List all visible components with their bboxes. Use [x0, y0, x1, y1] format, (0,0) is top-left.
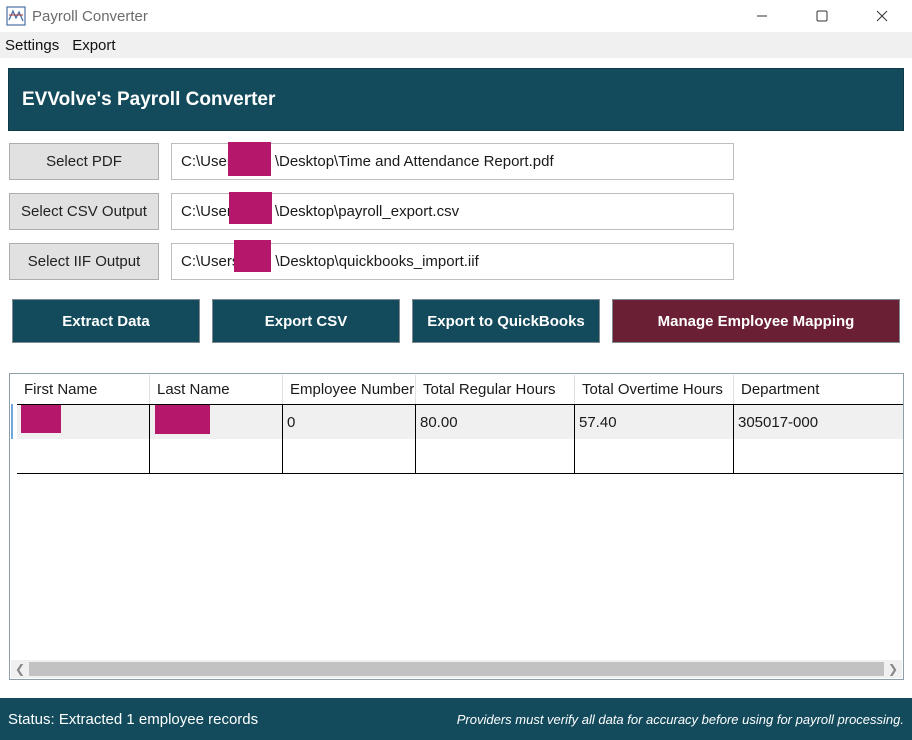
scroll-left-icon[interactable]: ❮ [11, 660, 29, 678]
iif-path-suffix: \Desktop\quickbooks_import.iif [275, 253, 479, 270]
select-iif-button[interactable]: Select IIF Output [9, 243, 159, 280]
select-csv-button[interactable]: Select CSV Output [9, 193, 159, 230]
new-row-cell[interactable] [734, 439, 903, 474]
pdf-path-prefix: C:\User [181, 153, 232, 170]
scrollbar-thumb[interactable] [29, 662, 884, 676]
export-quickbooks-button[interactable]: Export to QuickBooks [412, 299, 600, 343]
row-selection-marker [11, 404, 16, 439]
status-bar: Status: Extracted 1 employee records Pro… [0, 698, 912, 740]
column-header-regular-hours[interactable]: Total Regular Hours [416, 375, 575, 404]
new-row-cell[interactable] [283, 439, 416, 474]
menu-bar: Settings Export [0, 32, 912, 58]
redaction-mark [228, 142, 271, 176]
app-icon [6, 6, 26, 26]
new-row-cell[interactable] [416, 439, 575, 474]
csv-path-suffix: \Desktop\payroll_export.csv [274, 203, 460, 220]
page-title: EVVolve's Payroll Converter [22, 88, 276, 110]
status-text: Status: Extracted 1 employee records [8, 710, 259, 728]
horizontal-scrollbar[interactable]: ❮ ❯ [11, 660, 902, 678]
window-title: Payroll Converter [32, 7, 148, 25]
redaction-mark [155, 405, 210, 434]
maximize-button[interactable] [792, 0, 852, 32]
column-header-last-name[interactable]: Last Name [150, 375, 283, 404]
export-csv-button[interactable]: Export CSV [212, 299, 400, 343]
minimize-icon [757, 15, 767, 17]
close-button[interactable] [852, 0, 912, 32]
new-row-cell[interactable] [575, 439, 734, 474]
column-header-department[interactable]: Department [734, 375, 903, 404]
iif-path-prefix: C:\Users [181, 253, 240, 270]
table-row[interactable]: 0 80.00 57.40 305017-000 [17, 404, 903, 440]
grid-header: First Name Last Name Employee Number Tot… [17, 375, 903, 404]
header-banner: EVVolve's Payroll Converter [8, 68, 904, 131]
extract-data-button[interactable]: Extract Data [12, 299, 200, 343]
scroll-right-icon[interactable]: ❯ [884, 660, 902, 678]
redaction-mark [21, 405, 61, 433]
column-header-overtime-hours[interactable]: Total Overtime Hours [575, 375, 734, 404]
new-row-cell[interactable] [150, 439, 283, 474]
new-row-cell[interactable] [17, 439, 150, 474]
disclaimer-text: Providers must verify all data for accur… [456, 711, 904, 727]
select-pdf-button[interactable]: Select PDF [9, 143, 159, 180]
title-bar: Payroll Converter [0, 0, 912, 32]
employee-grid[interactable]: First Name Last Name Employee Number Tot… [9, 373, 904, 680]
cell-last-name[interactable] [150, 405, 283, 440]
cell-employee-number[interactable]: 0 [283, 405, 416, 440]
redaction-mark [229, 192, 272, 224]
column-header-employee-number[interactable]: Employee Number [283, 375, 416, 404]
maximize-icon [816, 10, 828, 22]
cell-first-name[interactable] [17, 405, 150, 440]
minimize-button[interactable] [732, 0, 792, 32]
cell-department[interactable]: 305017-000 [734, 405, 903, 440]
column-header-first-name[interactable]: First Name [17, 375, 150, 404]
csv-path-prefix: C:\User [181, 203, 232, 220]
menu-export[interactable]: Export [67, 37, 120, 54]
cell-regular-hours[interactable]: 80.00 [416, 405, 575, 440]
pdf-path-suffix: \Desktop\Time and Attendance Report.pdf [274, 153, 554, 170]
new-row[interactable] [17, 439, 903, 474]
menu-settings[interactable]: Settings [0, 37, 64, 54]
redaction-mark [234, 240, 271, 272]
close-icon [876, 10, 888, 22]
manage-mapping-button[interactable]: Manage Employee Mapping [612, 299, 900, 343]
cell-overtime-hours[interactable]: 57.40 [575, 405, 734, 440]
